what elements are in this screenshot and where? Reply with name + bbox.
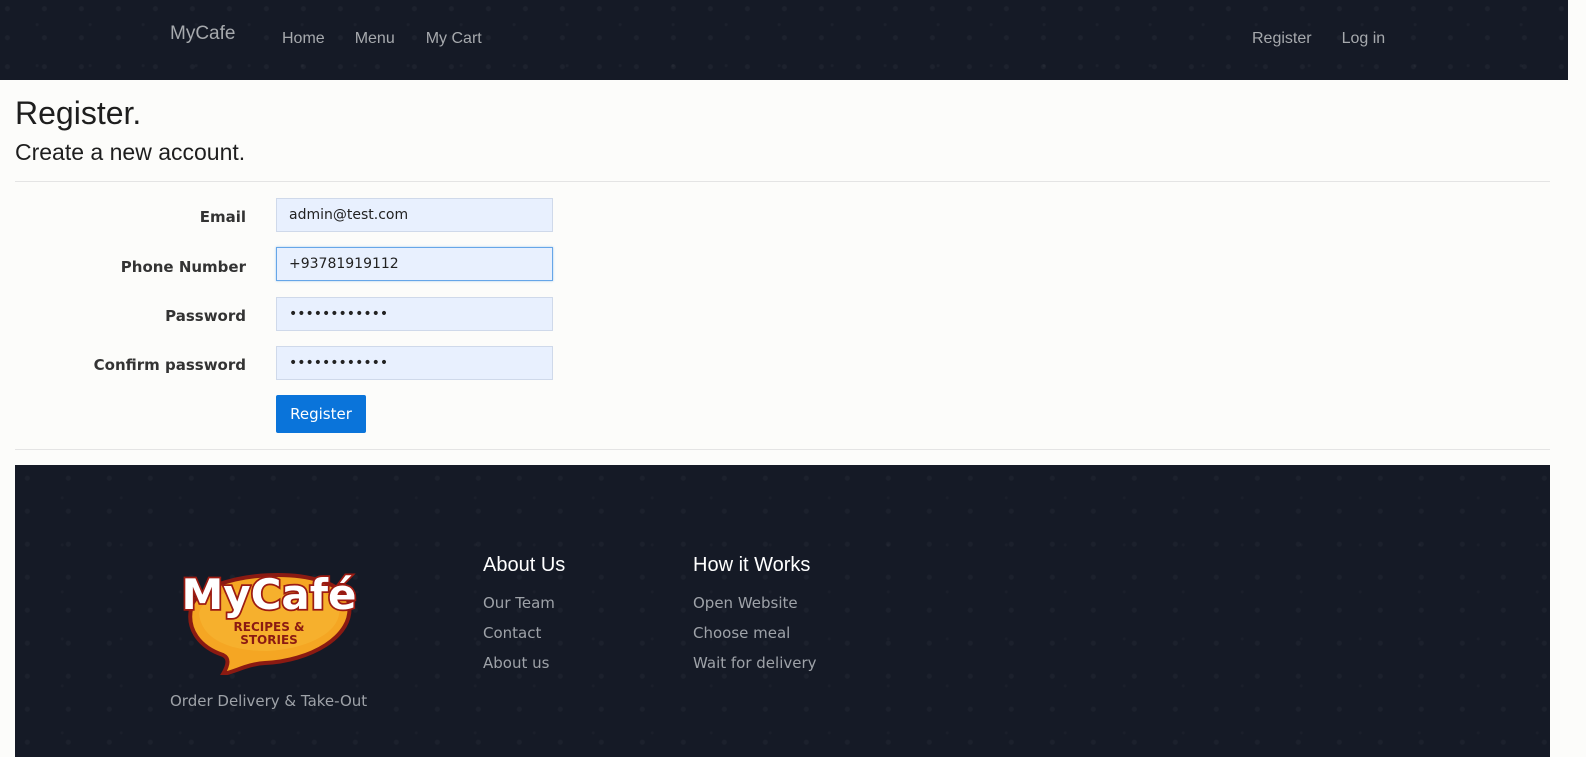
nav-cart-link[interactable]: My Cart [426, 30, 482, 48]
page-title: Register. [15, 95, 142, 131]
confirm-password-label: Confirm password [93, 356, 246, 374]
brand-link[interactable]: MyCafe [170, 23, 235, 45]
top-navbar: MyCafe Home Menu My Cart Register Log in [0, 0, 1568, 80]
about-us-links: Our Team Contact About us [483, 594, 555, 684]
logo-subtitle-line1: RECIPES & [234, 620, 305, 634]
about-us-heading: About Us [483, 554, 566, 576]
form-divider [15, 449, 1550, 450]
nav-menu-link[interactable]: Menu [355, 30, 395, 48]
password-field[interactable] [276, 297, 553, 331]
page-scrollbar[interactable] [1568, 0, 1586, 757]
confirm-password-field[interactable] [276, 346, 553, 380]
site-footer: MyCafé RECIPES & STORIES Order Delivery … [15, 465, 1550, 757]
logo-title: MyCafé [181, 570, 356, 619]
choose-meal-link[interactable]: Choose meal [693, 624, 790, 642]
our-team-link[interactable]: Our Team [483, 594, 555, 612]
main-nav: Home Menu My Cart [282, 30, 512, 48]
phone-field[interactable] [276, 247, 553, 281]
how-it-works-links: Open Website Choose meal Wait for delive… [693, 594, 817, 684]
header-divider [15, 181, 1550, 182]
how-it-works-heading: How it Works [693, 554, 811, 576]
nav-register-link[interactable]: Register [1252, 30, 1312, 48]
about-us-link[interactable]: About us [483, 654, 549, 672]
register-button[interactable]: Register [276, 395, 366, 433]
footer-tagline: Order Delivery & Take-Out [170, 692, 368, 710]
wait-for-delivery-link[interactable]: Wait for delivery [693, 654, 817, 672]
password-label: Password [165, 307, 246, 325]
logo-subtitle-line2: STORIES [240, 633, 298, 647]
open-website-link[interactable]: Open Website [693, 594, 798, 612]
email-field[interactable] [276, 198, 553, 232]
mycafe-logo: MyCafé RECIPES & STORIES [180, 568, 358, 675]
nav-login-link[interactable]: Log in [1342, 30, 1386, 48]
page-subtitle: Create a new account. [15, 139, 246, 165]
nav-home-link[interactable]: Home [282, 30, 325, 48]
email-label: Email [199, 208, 246, 226]
account-nav: Register Log in [1252, 30, 1415, 48]
contact-link[interactable]: Contact [483, 624, 541, 642]
phone-label: Phone Number [120, 258, 246, 276]
